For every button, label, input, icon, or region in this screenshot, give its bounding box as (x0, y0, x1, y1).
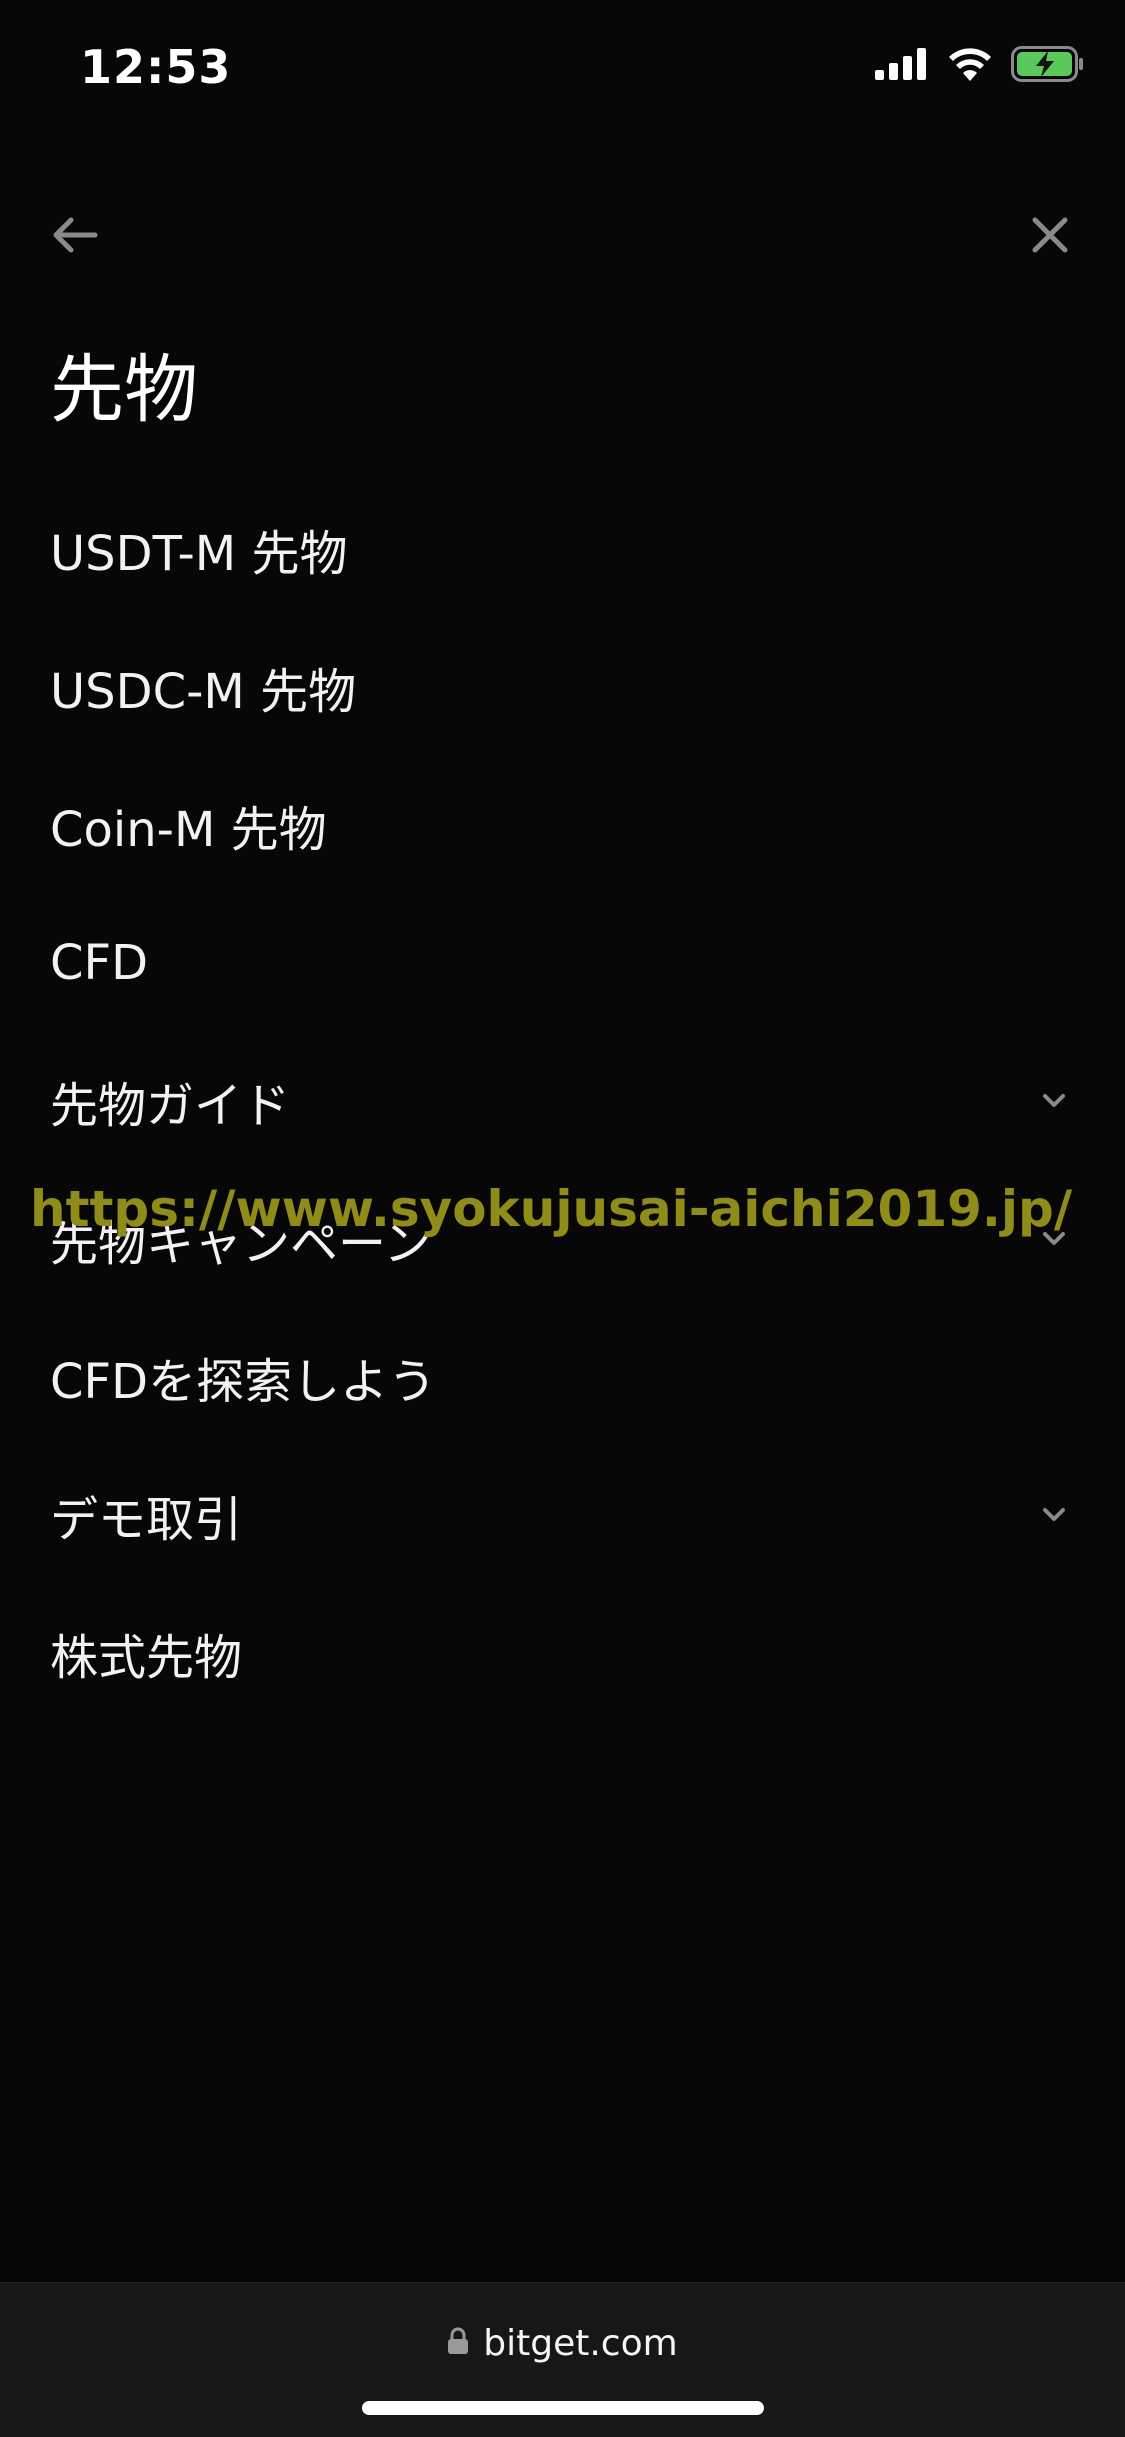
chevron-down-icon (1039, 1501, 1069, 1529)
menu-item-label: 株式先物 (50, 1630, 243, 1686)
menu-list: USDT-M 先物 USDC-M 先物 Coin-M 先物 CFD 先物ガイド … (0, 480, 1125, 1722)
battery-charging-icon (1011, 46, 1085, 86)
menu-item-coin-m-futures[interactable]: Coin-M 先物 (0, 756, 1125, 894)
watermark-text: https://www.syokujusai-aichi2019.jp/ (30, 1180, 1073, 1238)
lock-icon (447, 2323, 469, 2364)
menu-item-label: Coin-M 先物 (50, 802, 327, 858)
menu-item-usdt-m-futures[interactable]: USDT-M 先物 (0, 480, 1125, 618)
url-bar[interactable]: bitget.com (0, 2323, 1125, 2364)
browser-bottom-bar: bitget.com (0, 2282, 1125, 2437)
menu-item-futures-guide[interactable]: 先物ガイド (0, 1032, 1125, 1170)
menu-item-label: USDC-M 先物 (50, 664, 357, 720)
menu-item-label: CFDを探索しよう (50, 1354, 437, 1410)
menu-item-stock-futures[interactable]: 株式先物 (0, 1584, 1125, 1722)
menu-item-label: CFD (50, 935, 149, 991)
home-indicator[interactable] (362, 2401, 764, 2415)
menu-item-usdc-m-futures[interactable]: USDC-M 先物 (0, 618, 1125, 756)
menu-item-cfd[interactable]: CFD (0, 894, 1125, 1032)
wifi-icon (947, 47, 993, 85)
back-button[interactable] (40, 202, 110, 272)
page-title: 先物 (50, 347, 198, 433)
menu-item-label: USDT-M 先物 (50, 526, 348, 582)
status-icons (875, 46, 1085, 86)
menu-item-label: デモ取引 (50, 1492, 243, 1548)
chevron-down-icon (1039, 1087, 1069, 1115)
arrow-left-icon (51, 215, 99, 259)
status-time: 12:53 (80, 40, 232, 94)
status-bar: 12:53 (0, 0, 1125, 140)
menu-item-explore-cfd[interactable]: CFDを探索しよう (0, 1308, 1125, 1446)
nav-bar (0, 190, 1125, 280)
menu-item-label: 先物ガイド (50, 1078, 291, 1134)
url-text: bitget.com (483, 2323, 678, 2364)
close-button[interactable] (1015, 202, 1085, 272)
cellular-signal-icon (875, 48, 929, 84)
menu-item-demo-trading[interactable]: デモ取引 (0, 1446, 1125, 1584)
close-icon (1030, 215, 1070, 259)
